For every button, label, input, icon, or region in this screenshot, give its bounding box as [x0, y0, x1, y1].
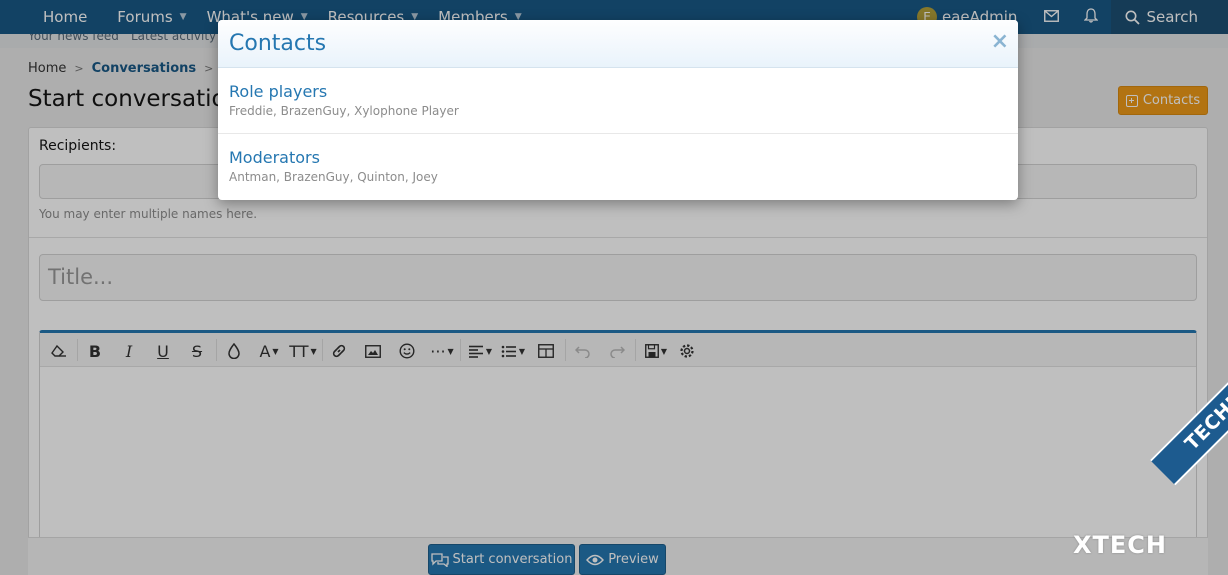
contact-group-members: Antman, BrazenGuy, Quinton, Joey — [229, 170, 438, 184]
contact-group-name[interactable]: Role players — [229, 82, 1007, 101]
list-item[interactable]: Role players Freddie, BrazenGuy, Xylopho… — [218, 68, 1018, 134]
contacts-modal: Contacts × Role players Freddie, BrazenG… — [218, 20, 1018, 200]
modal-title: Contacts — [229, 31, 327, 56]
close-icon[interactable]: × — [991, 29, 1009, 54]
modal-header: Contacts × — [218, 20, 1018, 68]
contact-group-members: Freddie, BrazenGuy, Xylophone Player — [229, 104, 459, 118]
contact-group-name[interactable]: Moderators — [229, 148, 1007, 167]
list-item[interactable]: Moderators Antman, BrazenGuy, Quinton, J… — [218, 134, 1018, 200]
watermark-text: XTECH — [1073, 531, 1167, 559]
